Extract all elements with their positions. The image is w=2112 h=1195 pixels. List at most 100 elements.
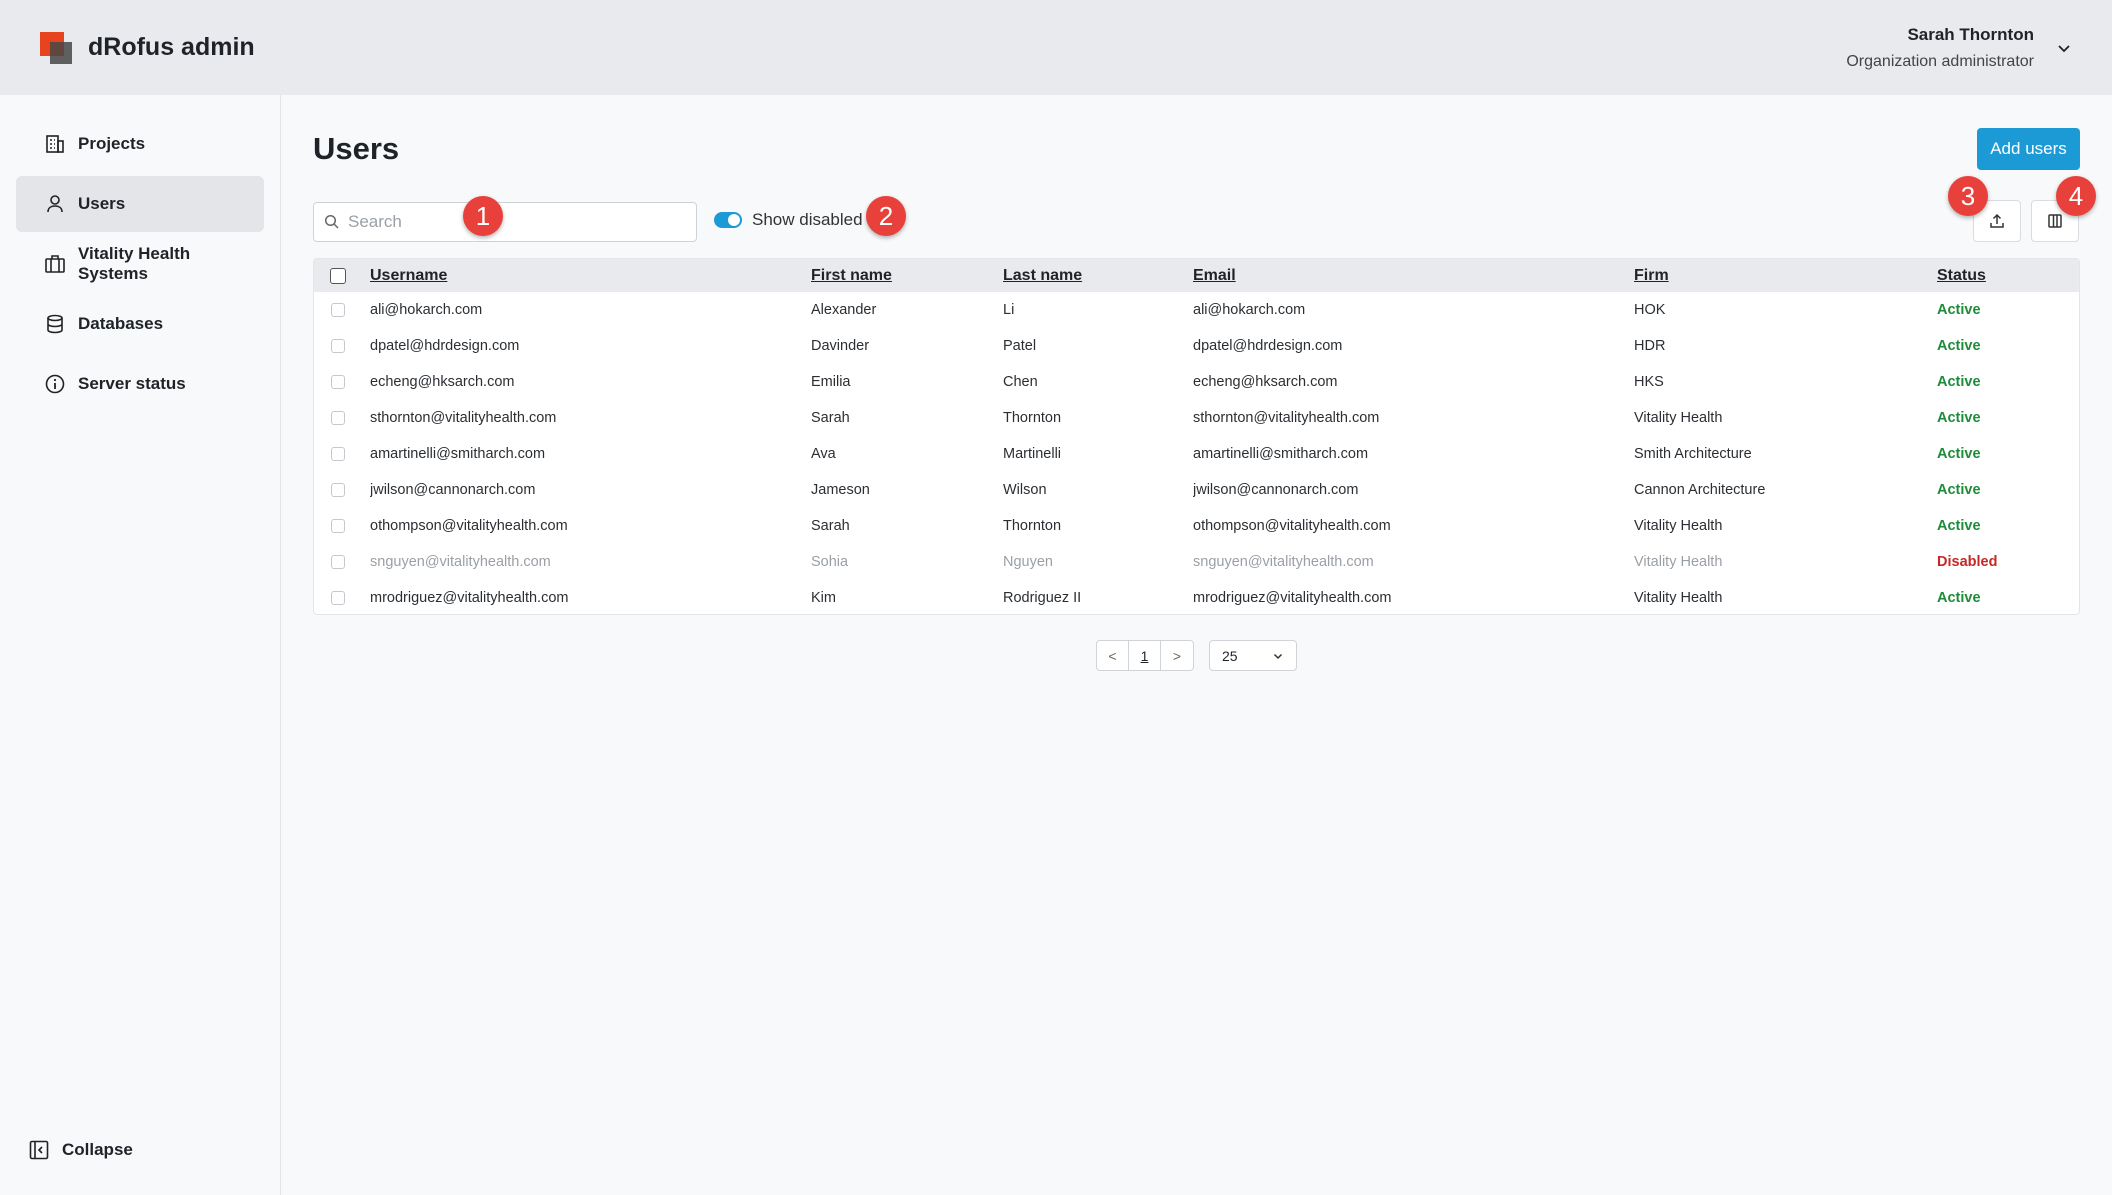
column-header-email[interactable]: Email: [1193, 259, 1634, 292]
sidebar-item-label: Databases: [78, 314, 164, 333]
table-row[interactable]: echeng@hksarch.com Emilia Chen echeng@hksar…: [314, 364, 2079, 400]
search-input[interactable]: [348, 212, 668, 232]
row-checkbox[interactable]: [331, 519, 345, 533]
search-box[interactable]: [313, 202, 697, 242]
chevron-down-icon: [1273, 653, 1283, 659]
cell-status: Active: [1937, 518, 1981, 534]
database-icon: [47, 314, 63, 334]
cell-email: amartinelli@smitharch.com: [1193, 446, 1369, 462]
app-title: dRofus admin: [88, 33, 255, 61]
sidebar-item-organization[interactable]: Vitality Health Systems: [16, 236, 264, 292]
table-row[interactable]: mrodriguez@vitalityhealth.com Kim Rodrigue…: [314, 580, 2079, 614]
collapse-sidebar-icon: [29, 1140, 49, 1160]
row-checkbox[interactable]: [331, 483, 345, 497]
sidebar-item-projects[interactable]: Projects: [16, 116, 264, 172]
table-header-row: Username First name Last name Email Firm…: [314, 259, 2079, 292]
table-row[interactable]: snguyen@vitalityhealth.com Sohia Nguyen sng…: [314, 544, 2079, 580]
sidebar-item-server-status[interactable]: Server status: [16, 356, 264, 412]
chevron-down-icon[interactable]: [2056, 40, 2072, 56]
next-page-button[interactable]: >: [1161, 641, 1193, 670]
cell-email: dpatel@hdrdesign.com: [1193, 338, 1343, 354]
cell-username: mrodriguez@vitalityhealth.com: [370, 590, 569, 606]
select-all-cell: [314, 259, 370, 292]
row-select-cell: [314, 508, 370, 544]
sidebar-item-databases[interactable]: Databases: [16, 296, 264, 352]
annotation-badge-4: 4: [2056, 176, 2096, 216]
toggle-switch[interactable]: [714, 212, 742, 228]
add-users-button[interactable]: Add users: [1977, 128, 2080, 170]
cell-last-name: Patel: [1003, 338, 1037, 354]
cell-first-name: Alexander: [811, 302, 877, 318]
row-select-cell: [314, 292, 370, 328]
cell-email: othompson@vitalityhealth.com: [1193, 518, 1391, 534]
upload-icon: [1990, 213, 2004, 228]
cell-status: Active: [1937, 590, 1981, 606]
cell-last-name: Martinelli: [1003, 446, 1062, 462]
row-select-cell: [314, 544, 370, 580]
cell-status: Disabled: [1937, 554, 1998, 570]
cell-status: Active: [1937, 410, 1981, 426]
cell-last-name: Thornton: [1003, 410, 1062, 426]
cell-last-name: Li: [1003, 302, 1015, 318]
sidebar-item-label: Server status: [78, 374, 186, 393]
row-checkbox[interactable]: [331, 591, 345, 605]
cell-first-name: Sohia: [811, 554, 849, 570]
annotation-badge-1: 1: [463, 196, 503, 236]
cell-last-name: Rodriguez II: [1003, 590, 1082, 606]
page-size-select[interactable]: 25: [1209, 640, 1297, 671]
column-header-last-name[interactable]: Last name: [1003, 259, 1193, 292]
table-row[interactable]: dpatel@hdrdesign.com Davinder Patel dpatel@…: [314, 328, 2079, 364]
user-name: Sarah Thornton: [1907, 24, 2034, 44]
cell-firm: Vitality Health: [1634, 518, 1723, 534]
row-checkbox[interactable]: [331, 411, 345, 425]
cell-username: othompson@vitalityhealth.com: [370, 518, 568, 534]
sidebar-item-users[interactable]: Users: [16, 176, 264, 232]
row-select-cell: [314, 472, 370, 508]
brand[interactable]: dRofus admin: [40, 31, 255, 64]
row-checkbox[interactable]: [331, 447, 345, 461]
user-menu[interactable]: Sarah Thornton Organization administrato…: [1846, 25, 2072, 71]
cell-email: ali@hokarch.com: [1193, 302, 1306, 318]
cell-username: dpatel@hdrdesign.com: [370, 338, 520, 354]
cell-last-name: Nguyen: [1003, 554, 1053, 570]
cell-first-name: Ava: [811, 446, 836, 462]
annotation-badge-2: 2: [866, 196, 906, 236]
cell-first-name: Kim: [811, 590, 836, 606]
table-row[interactable]: jwilson@cannonarch.com Jameson Wilson jwils…: [314, 472, 2079, 508]
table-row[interactable]: sthornton@vitalityhealth.com Sarah Thornto…: [314, 400, 2079, 436]
cell-last-name: Chen: [1003, 374, 1038, 390]
row-checkbox[interactable]: [331, 339, 345, 353]
cell-username: amartinelli@smitharch.com: [370, 446, 546, 462]
cell-firm: Vitality Health: [1634, 590, 1723, 606]
column-header-status[interactable]: Status: [1937, 259, 2079, 292]
cell-firm: HDR: [1634, 338, 1666, 354]
cell-first-name: Emilia: [811, 374, 851, 390]
cell-status: Active: [1937, 338, 1981, 354]
drofus-logo-icon: [40, 31, 72, 64]
column-header-username[interactable]: Username: [370, 259, 811, 292]
page-title: Users: [313, 131, 400, 166]
row-select-cell: [314, 436, 370, 472]
table-row[interactable]: amartinelli@smitharch.com Ava Martinelli am…: [314, 436, 2079, 472]
cell-email: sthornton@vitalityhealth.com: [1193, 410, 1380, 426]
row-checkbox[interactable]: [331, 375, 345, 389]
select-all-checkbox[interactable]: [330, 267, 346, 284]
row-checkbox[interactable]: [331, 303, 345, 317]
show-disabled-toggle[interactable]: Show disabled: [714, 210, 863, 230]
sidebar-item-label: Users: [78, 194, 126, 213]
prev-page-button[interactable]: <: [1097, 641, 1129, 670]
table-row[interactable]: othompson@vitalityhealth.com Sarah Thornto…: [314, 508, 2079, 544]
row-checkbox[interactable]: [331, 555, 345, 569]
info-icon: [45, 374, 65, 394]
row-select-cell: [314, 580, 370, 614]
cell-username: sthornton@vitalityhealth.com: [370, 410, 557, 426]
collapse-button[interactable]: Collapse: [28, 1139, 133, 1161]
row-select-cell: [314, 328, 370, 364]
row-select-cell: [314, 400, 370, 436]
table-row[interactable]: ali@hokarch.com Alexander Li ali@hokarch.co…: [314, 292, 2079, 328]
column-header-firm[interactable]: Firm: [1634, 259, 1937, 292]
column-header-first-name[interactable]: First name: [811, 259, 1003, 292]
cell-first-name: Sarah: [811, 518, 850, 534]
page-number-current[interactable]: 1: [1129, 641, 1161, 670]
cell-email: echeng@hksarch.com: [1193, 374, 1338, 390]
